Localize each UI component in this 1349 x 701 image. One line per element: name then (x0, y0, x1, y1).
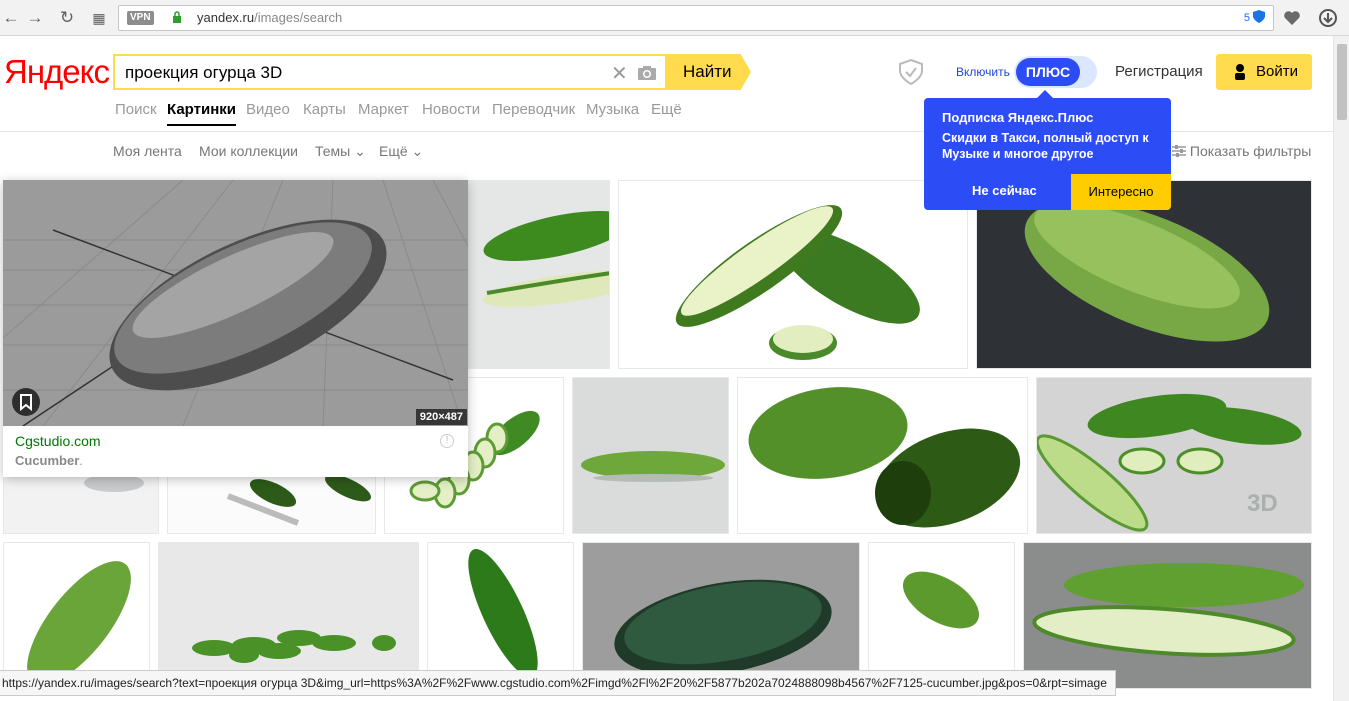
camera-icon[interactable] (637, 65, 657, 81)
show-filters-button[interactable]: Показать фильтры (1172, 143, 1311, 159)
image-result[interactable] (3, 542, 150, 672)
subtab-themes[interactable]: Темы ⌄ (315, 143, 366, 160)
tab-search[interactable]: Поиск (115, 101, 157, 118)
image-result[interactable] (427, 542, 574, 672)
vpn-badge[interactable]: VPN (127, 11, 154, 25)
login-button[interactable]: Войти (1216, 54, 1312, 90)
adblock-badge[interactable]: 5 (1244, 10, 1265, 24)
shield-icon[interactable] (899, 59, 923, 85)
download-icon[interactable] (1318, 8, 1338, 28)
preview-image[interactable]: 920×487 (3, 180, 468, 426)
bookmark-icon (20, 394, 32, 412)
address-bar[interactable]: VPN yandex.ru/images/search 5 (118, 5, 1274, 31)
not-now-button[interactable]: Не сейчас (972, 183, 1037, 198)
enable-plus-link[interactable]: Включить (956, 65, 1010, 79)
lock-icon (173, 11, 181, 23)
popup-title: Подписка Яндекс.Плюс (942, 110, 1094, 125)
tab-more[interactable]: Ещё (651, 101, 682, 118)
plus-subscription-popup: Подписка Яндекс.Плюс Скидки в Такси, пол… (924, 90, 1171, 210)
image-result[interactable] (737, 377, 1028, 534)
info-icon[interactable]: ! (440, 434, 454, 448)
3d-watermark: 3D (1247, 490, 1278, 517)
tab-music[interactable]: Музыка (586, 101, 639, 118)
interested-button[interactable]: Интересно (1071, 174, 1171, 210)
url-text: yandex.ru/images/search (197, 10, 343, 25)
forward-icon[interactable]: → (24, 7, 46, 29)
image-result[interactable] (868, 542, 1015, 672)
filters-icon (1172, 145, 1186, 157)
image-result[interactable] (158, 542, 419, 672)
image-result[interactable] (582, 542, 860, 672)
tab-news[interactable]: Новости (422, 101, 480, 118)
image-title: Cucumber. (15, 453, 83, 468)
source-site-link[interactable]: Cgstudio.com (15, 433, 101, 449)
speed-dial-icon[interactable]: ▦ (88, 7, 110, 29)
popup-text: Скидки в Такси, полный доступ к Музыке и… (942, 131, 1149, 161)
search-input[interactable]: проекция огурца 3D ✕ (113, 54, 665, 90)
clear-icon[interactable]: ✕ (611, 61, 628, 86)
tab-images[interactable]: Картинки (167, 101, 237, 126)
image-result[interactable] (1023, 542, 1312, 689)
subtab-my-collections[interactable]: Мои коллекции (199, 143, 298, 159)
search-button[interactable]: Найти (665, 54, 751, 90)
register-link[interactable]: Регистрация (1115, 63, 1203, 80)
tab-maps[interactable]: Карты (303, 101, 346, 118)
tab-translator[interactable]: Переводчик (492, 101, 575, 118)
tab-market[interactable]: Маркет (358, 101, 409, 118)
browser-toolbar: ← → ↻ ▦ VPN yandex.ru/images/search 5 (0, 0, 1349, 36)
subtab-my-feed[interactable]: Моя лента (113, 143, 182, 159)
image-result[interactable] (618, 180, 968, 369)
plus-badge: ПЛЮС (1016, 58, 1080, 86)
heart-icon[interactable] (1282, 8, 1302, 28)
scroll-thumb[interactable] (1337, 44, 1347, 120)
image-preview-card[interactable]: 920×487 Cgstudio.com Cucumber. ! (3, 180, 468, 477)
image-result[interactable] (572, 377, 729, 534)
image-size-badge: 920×487 (415, 409, 467, 425)
image-result[interactable]: 3D (1036, 377, 1312, 534)
page-scrollbar[interactable] (1333, 36, 1349, 701)
plus-toggle[interactable]: ПЛЮС (1014, 56, 1097, 88)
yandex-logo[interactable]: Яндекс (4, 53, 110, 91)
back-icon[interactable]: ← (0, 7, 22, 29)
add-to-collection-button[interactable] (12, 388, 40, 416)
link-status-bar: https://yandex.ru/images/search?text=про… (0, 670, 1116, 696)
image-result[interactable] (466, 180, 610, 369)
reload-icon[interactable]: ↻ (56, 7, 78, 29)
shield-badge-icon (1253, 10, 1265, 23)
tab-video[interactable]: Видео (246, 101, 290, 118)
subtab-more[interactable]: Ещё ⌄ (379, 143, 423, 160)
user-icon (1235, 64, 1245, 80)
search-query[interactable]: проекция огурца 3D (125, 63, 282, 83)
